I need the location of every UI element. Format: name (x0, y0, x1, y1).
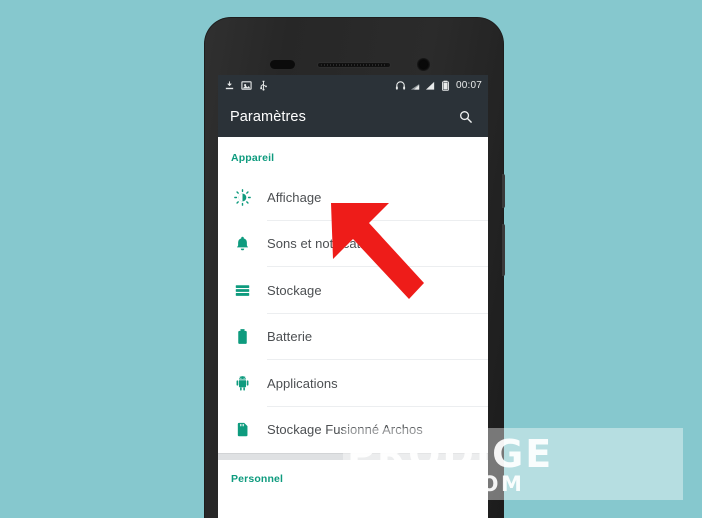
screenshot-icon (241, 81, 252, 90)
settings-row-label: Batterie (267, 329, 313, 345)
search-button[interactable] (454, 106, 476, 128)
battery-icon (231, 326, 253, 348)
signal-sim2-icon (425, 81, 435, 90)
settings-row-label: Stockage (267, 282, 322, 298)
settings-row-sons-et-notifications[interactable]: Sons et notifications (218, 221, 488, 268)
settings-row-label: Applications (267, 375, 338, 391)
headphones-icon (395, 81, 406, 90)
app-bar-actions (454, 106, 476, 128)
settings-row-label: Affichage (267, 189, 322, 205)
section-header-personnel: Personnel (231, 473, 284, 485)
download-icon (225, 81, 234, 90)
battery-icon (442, 80, 449, 91)
settings-row-affichage[interactable]: Affichage (218, 174, 488, 221)
settings-row-batterie[interactable]: Batterie (218, 314, 488, 361)
page-background: 00:07 Paramètres Appareil Affichage Sons… (0, 0, 702, 518)
android-robot-icon (231, 372, 253, 394)
status-bar-right-icons: 00:07 (395, 80, 482, 91)
settings-row-label: Sons et notifications (267, 236, 385, 252)
sd-card-icon (231, 419, 253, 441)
status-bar-clock: 00:07 (455, 80, 482, 91)
status-bar: 00:07 (218, 75, 488, 96)
section-header-appareil: Appareil (231, 152, 275, 164)
page-title: Paramètres (230, 108, 306, 125)
list-group-divider (218, 453, 488, 460)
phone-screen: 00:07 Paramètres Appareil Affichage Sons… (218, 75, 488, 518)
front-camera-icon (417, 58, 430, 71)
usb-icon (260, 80, 267, 91)
bell-icon (231, 233, 253, 255)
search-icon (459, 111, 472, 123)
settings-row-label: Stockage Fusionné Archos (267, 422, 423, 438)
signal-sim1-icon (410, 84, 420, 90)
settings-row-applications[interactable]: Applications (218, 360, 488, 407)
earpiece-speaker-icon (317, 62, 391, 68)
phone-device: 00:07 Paramètres Appareil Affichage Sons… (205, 18, 505, 518)
storage-icon (231, 279, 253, 301)
settings-row-stockage[interactable]: Stockage (218, 267, 488, 314)
brightness-icon (231, 186, 253, 208)
app-bar: Paramètres (218, 96, 488, 137)
status-bar-left-icons (224, 80, 269, 91)
power-button[interactable] (502, 174, 505, 208)
volume-button[interactable] (502, 224, 505, 276)
settings-row-stockage-fusionne-archos[interactable]: Stockage Fusionné Archos (218, 407, 488, 454)
settings-list[interactable]: Appareil Affichage Sons et notifications… (218, 137, 488, 518)
speaker-grille (321, 64, 387, 66)
proximity-sensor-icon (270, 60, 295, 69)
